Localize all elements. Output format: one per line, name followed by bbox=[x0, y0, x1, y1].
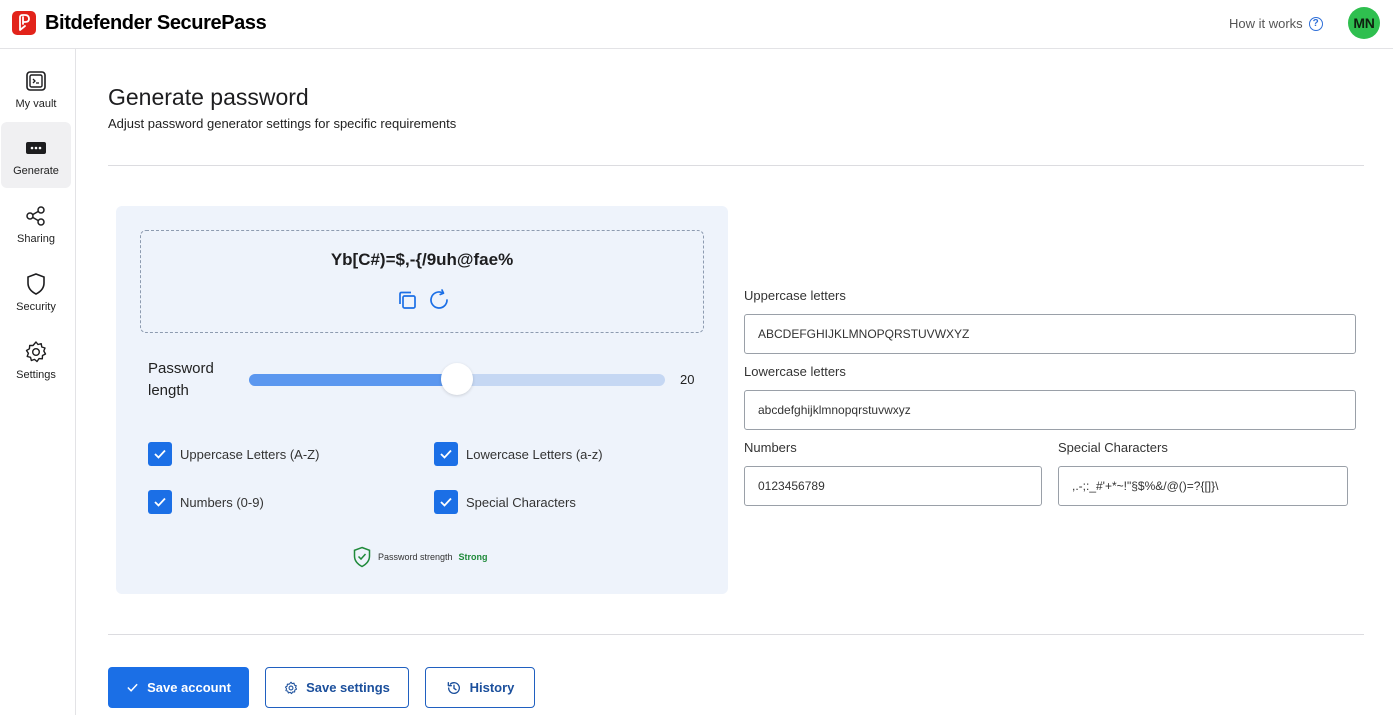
copy-icon[interactable] bbox=[395, 288, 419, 312]
special-chars-input[interactable] bbox=[1058, 466, 1348, 506]
uppercase-field-label: Uppercase letters bbox=[744, 288, 846, 303]
special-field-label: Special Characters bbox=[1058, 440, 1168, 455]
checkbox-checked[interactable] bbox=[434, 442, 458, 466]
page-title: Generate password bbox=[108, 84, 309, 110]
numbers-chars-input[interactable] bbox=[744, 466, 1042, 506]
checkbox-checked[interactable] bbox=[148, 442, 172, 466]
generated-password-box: Yb[C#)=$,-{/9uh@fae% bbox=[140, 230, 704, 333]
strength-value: Strong bbox=[458, 552, 488, 562]
sidebar-item-settings[interactable]: Settings bbox=[1, 326, 71, 392]
sidebar-item-generate[interactable]: Generate bbox=[1, 122, 71, 188]
slider-thumb[interactable] bbox=[441, 363, 473, 395]
sidebar-item-security[interactable]: Security bbox=[1, 258, 71, 324]
history-label: History bbox=[469, 680, 515, 695]
save-settings-label: Save settings bbox=[306, 680, 390, 695]
slider-fill bbox=[249, 374, 457, 386]
user-avatar[interactable]: MN bbox=[1348, 7, 1380, 39]
brand-name: Bitdefender SecurePass bbox=[45, 12, 267, 34]
password-actions bbox=[395, 288, 451, 312]
gear-icon bbox=[25, 341, 47, 363]
option-numbers[interactable]: Numbers (0-9) bbox=[148, 490, 264, 514]
save-account-button[interactable]: Save account bbox=[108, 667, 249, 708]
sidebar-item-label: Security bbox=[16, 301, 56, 313]
save-settings-button[interactable]: Save settings bbox=[265, 667, 409, 708]
sidebar-item-sharing[interactable]: Sharing bbox=[1, 190, 71, 256]
save-account-label: Save account bbox=[147, 680, 231, 695]
bitdefender-logo-icon bbox=[12, 11, 36, 35]
sidebar-item-label: Settings bbox=[16, 369, 56, 381]
help-icon: ? bbox=[1308, 16, 1323, 31]
checkmark-icon bbox=[440, 449, 452, 459]
bottom-divider bbox=[108, 634, 1364, 635]
refresh-icon[interactable] bbox=[427, 288, 451, 312]
password-strength: Password strength Strong bbox=[352, 546, 488, 568]
shield-check-icon bbox=[353, 546, 371, 568]
lowercase-chars-input[interactable] bbox=[744, 390, 1356, 430]
password-length-value: 20 bbox=[680, 372, 695, 387]
top-divider bbox=[108, 165, 1364, 166]
password-dots-icon bbox=[26, 142, 46, 154]
checkmark-icon bbox=[154, 497, 166, 507]
generator-card: Yb[C#)=$,-{/9uh@fae% Password length 20 bbox=[116, 206, 728, 594]
vault-icon bbox=[26, 71, 46, 91]
sidebar: My vault Generate Sharing Security Setti… bbox=[0, 49, 76, 715]
share-icon bbox=[26, 206, 45, 226]
option-label: Uppercase Letters (A-Z) bbox=[180, 446, 320, 462]
uppercase-chars-input[interactable] bbox=[744, 314, 1356, 354]
strength-label: Password strength bbox=[378, 552, 453, 562]
sidebar-item-label: My vault bbox=[15, 98, 57, 110]
shield-icon bbox=[27, 273, 45, 295]
option-uppercase[interactable]: Uppercase Letters (A-Z) bbox=[148, 442, 319, 466]
checkbox-checked[interactable] bbox=[434, 490, 458, 514]
sidebar-item-label: Generate bbox=[13, 165, 59, 177]
lowercase-field-label: Lowercase letters bbox=[744, 364, 846, 379]
page-subtitle: Adjust password generator settings for s… bbox=[108, 116, 457, 131]
how-it-works-label: How it works bbox=[1229, 16, 1303, 31]
option-lowercase[interactable]: Lowercase Letters (a-z) bbox=[434, 442, 603, 466]
checkbox-checked[interactable] bbox=[148, 490, 172, 514]
checkmark-icon bbox=[440, 497, 452, 507]
sidebar-item-label: Sharing bbox=[17, 233, 55, 245]
option-special[interactable]: Special Characters bbox=[434, 490, 576, 514]
option-label: Special Characters bbox=[466, 494, 576, 510]
top-header: Bitdefender SecurePass How it works ? MN bbox=[0, 0, 1393, 49]
password-length-label: Password length bbox=[148, 360, 214, 399]
checkmark-icon bbox=[154, 449, 166, 459]
generated-password[interactable]: Yb[C#)=$,-{/9uh@fae% bbox=[141, 250, 703, 270]
gear-icon bbox=[285, 681, 298, 694]
checkmark-icon bbox=[127, 683, 138, 692]
password-length-slider[interactable] bbox=[249, 363, 665, 395]
option-label: Lowercase Letters (a-z) bbox=[466, 446, 603, 462]
how-it-works-link[interactable]: How it works ? bbox=[1229, 16, 1323, 31]
numbers-field-label: Numbers bbox=[744, 440, 797, 455]
history-icon bbox=[447, 681, 460, 694]
history-button[interactable]: History bbox=[425, 667, 535, 708]
option-label: Numbers (0-9) bbox=[180, 494, 264, 510]
sidebar-item-my-vault[interactable]: My vault bbox=[1, 55, 71, 121]
